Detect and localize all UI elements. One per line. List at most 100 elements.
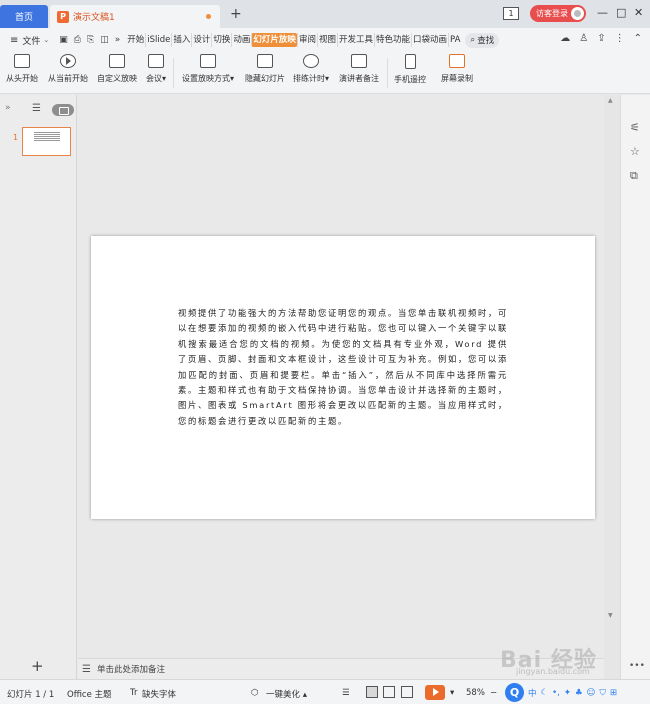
custom-show-button[interactable]: 自定义放映 <box>97 54 137 84</box>
chevron-down-icon[interactable]: ▾ <box>450 688 454 698</box>
slide-count: 幻灯片 1 / 1 <box>7 690 55 700</box>
phone-icon <box>404 54 416 69</box>
custom-show-icon <box>109 54 125 68</box>
tab-home[interactable]: 首页 <box>0 5 48 28</box>
properties-icon[interactable]: ⚟ <box>630 121 640 134</box>
slide-canvas: 视频提供了功能强大的方法帮助您证明您的观点。当您单击联机视频时，可以在想要添加的… <box>78 95 604 658</box>
tab-document[interactable]: P 演示文稿1 <box>50 5 220 28</box>
moon-icon[interactable]: ☾ <box>541 688 549 698</box>
cloud-icon[interactable]: ☁ <box>560 33 570 44</box>
tab-islide[interactable]: iSlide <box>145 33 171 47</box>
setup-show-button[interactable]: 设置放映方式▾ <box>182 54 234 84</box>
more-icon[interactable]: » <box>115 35 121 45</box>
slide-sorter-icon[interactable] <box>383 686 395 698</box>
from-current-button[interactable]: 从当前开始 <box>48 54 88 84</box>
more-icon[interactable]: ••• <box>629 661 645 671</box>
tab-features[interactable]: 特色功能 <box>373 33 411 47</box>
tab-view[interactable]: 视图 <box>316 33 337 47</box>
scroll-up-icon[interactable]: ▲ <box>608 97 613 104</box>
print-preview-icon[interactable]: ⎙ <box>74 35 81 45</box>
transition-pane-icon[interactable]: ⧉ <box>630 169 638 183</box>
reading-view-icon[interactable] <box>401 686 413 698</box>
tab-design[interactable]: 设计 <box>191 33 211 47</box>
tab-developer[interactable]: 开发工具 <box>336 33 374 47</box>
close-button[interactable]: ✕ <box>634 7 643 19</box>
search-label: 查找 <box>477 36 495 46</box>
screen-record-button[interactable]: 屏幕录制 <box>441 54 473 84</box>
print-icon[interactable]: ⎘ <box>87 35 94 45</box>
meeting-button[interactable]: 会议▾ <box>146 54 166 84</box>
ime-mode[interactable]: 中 <box>528 687 537 699</box>
collapse-ribbon-icon[interactable]: ⌃ <box>634 33 642 44</box>
more-options-icon[interactable]: ⋮ <box>615 33 625 44</box>
tab-review[interactable]: 审阅 <box>296 33 317 47</box>
emoji-icon[interactable]: ☺ <box>587 688 596 698</box>
minimize-button[interactable]: — <box>597 7 608 19</box>
collapse-pane-icon[interactable]: » <box>5 103 11 113</box>
play-slideshow-button[interactable] <box>425 685 445 700</box>
ime-logo-icon[interactable]: Q <box>505 683 524 702</box>
beautify-button[interactable]: 一键美化 ▴ <box>266 688 307 700</box>
tab-slideshow[interactable]: 幻灯片放映 <box>251 33 297 47</box>
new-tab-button[interactable]: + <box>230 7 242 21</box>
login-button[interactable]: 访客登录 <box>530 5 586 22</box>
search-icon: ⌕ <box>470 35 476 45</box>
zoom-out-icon[interactable]: − <box>490 688 497 698</box>
theme-name[interactable]: Office 主题 <box>67 688 112 700</box>
tab-start[interactable]: 开始 <box>126 33 145 47</box>
scroll-down-icon[interactable]: ▼ <box>608 612 613 619</box>
slide[interactable]: 视频提供了功能强大的方法帮助您证明您的观点。当您单击联机视频时，可以在想要添加的… <box>91 236 595 519</box>
slide-thumbnail-number: 1 <box>13 133 19 142</box>
ribbon-divider <box>173 58 174 88</box>
punctuation-icon[interactable]: •, <box>552 688 560 698</box>
shirt-icon[interactable]: ⛉ <box>599 688 605 698</box>
collaborate-icon[interactable]: ♙ <box>579 33 588 44</box>
ribbon-slideshow: 从头开始 从当前开始 自定义放映 会议▾ 设置放映方式▾ 隐藏幻灯片 排练计时▾… <box>0 52 650 94</box>
scrollbar-track[interactable] <box>608 95 615 679</box>
maximize-button[interactable]: □ <box>616 7 626 19</box>
notes-placeholder[interactable]: 单击此处添加备注 <box>97 663 165 675</box>
skin-icon[interactable]: ♣ <box>575 688 583 698</box>
unsaved-dot-icon <box>206 14 211 19</box>
from-start-button[interactable]: 从头开始 <box>6 54 38 84</box>
search-button[interactable]: ⌕ 查找 <box>465 32 500 48</box>
align-icon[interactable]: ☰ <box>342 688 350 698</box>
format-painter-icon[interactable]: ◫ <box>100 35 109 45</box>
vertical-scrollbar[interactable] <box>604 95 620 679</box>
projector-icon <box>14 54 30 68</box>
rehearse-label: 排练计时▾ <box>293 74 330 83</box>
grid-icon[interactable]: ⊞ <box>610 688 617 698</box>
menu-bar: ≡ 文件 ⌄ ▣ ⎙ ⎘ ◫ » 开始 iSlide 插入 设计 切换 动画 幻… <box>0 28 650 52</box>
tab-pa[interactable]: PA <box>448 33 461 47</box>
tab-insert[interactable]: 插入 <box>171 33 191 47</box>
slide-thumbnail[interactable] <box>22 127 71 156</box>
hide-slide-icon <box>257 54 273 68</box>
normal-view-icon[interactable] <box>366 686 378 698</box>
hide-slide-button[interactable]: 隐藏幻灯片 <box>245 54 285 84</box>
phone-remote-button[interactable]: 手机遥控 <box>394 54 426 85</box>
status-bar: 幻灯片 1 / 1 Office 主题 Tr 缺失字体 ⬡ 一键美化 ▴ ☰ ▾… <box>0 679 650 704</box>
save-icon[interactable]: ▣ <box>59 35 68 45</box>
zoom-level[interactable]: 58% <box>466 688 485 698</box>
slide-body-text[interactable]: 视频提供了功能强大的方法帮助您证明您的观点。当您单击联机视频时，可以在想要添加的… <box>178 306 508 429</box>
missing-font-button[interactable]: 缺失字体 <box>142 688 176 700</box>
tool-icon[interactable]: ✦ <box>564 688 571 698</box>
tab-pocket-animation[interactable]: 口袋动画 <box>411 33 448 47</box>
window-count-icon[interactable]: 1 <box>503 7 519 20</box>
share-icon[interactable]: ⇪ <box>597 33 605 44</box>
document-title: 演示文稿1 <box>73 13 115 23</box>
phone-remote-label: 手机遥控 <box>394 75 426 84</box>
file-menu[interactable]: 文件 <box>22 34 40 47</box>
outline-view-icon[interactable]: ☰ <box>32 103 41 114</box>
chevron-down-icon[interactable]: ⌄ <box>43 36 49 44</box>
tab-animation[interactable]: 动画 <box>231 33 251 47</box>
rehearse-button[interactable]: 排练计时▾ <box>293 54 329 84</box>
presenter-notes-button[interactable]: 演讲者备注 <box>339 54 379 84</box>
ime-toolbar: Q 中 ☾ •, ✦ ♣ ☺ ⛉ ⊞ <box>505 683 617 702</box>
thumbnail-view-toggle[interactable] <box>52 104 74 116</box>
tab-transition[interactable]: 切换 <box>211 33 231 47</box>
animation-pane-icon[interactable]: ☆ <box>630 145 640 158</box>
menu-icon[interactable]: ≡ <box>10 35 18 46</box>
menu-right-icons: ☁ ♙ ⇪ ⋮ ⌃ <box>560 33 642 44</box>
add-slide-button[interactable]: + <box>31 659 44 674</box>
